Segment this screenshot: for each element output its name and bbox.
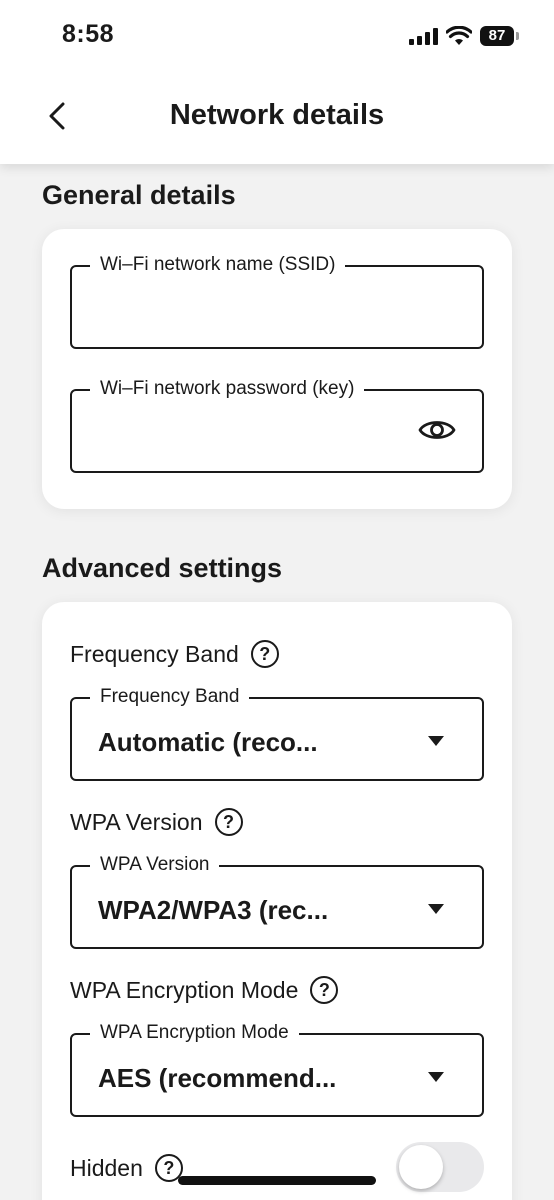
encryption-mode-help-icon[interactable]: ? xyxy=(310,976,339,1004)
wpa-version-field-label: WPA Version xyxy=(90,852,220,878)
wpa-version-label: WPA Version xyxy=(70,808,203,835)
hidden-toggle[interactable] xyxy=(396,1142,484,1192)
home-indicator xyxy=(178,1176,376,1185)
caret-down-icon xyxy=(428,1072,444,1082)
advanced-settings-title: Advanced settings xyxy=(42,553,283,583)
general-details-title: General details xyxy=(42,180,236,210)
encryption-mode-field-label: WPA Encryption Mode xyxy=(90,1020,299,1046)
advanced-settings-card: Frequency Band ? Frequency Band Automati… xyxy=(42,602,512,1200)
general-details-card: Wi–Fi network name (SSID) Wi–Fi network … xyxy=(42,229,512,509)
top-bar: 8:58 87 Network details xyxy=(0,0,554,164)
frequency-band-select[interactable]: Frequency Band Automatic (reco... xyxy=(70,684,484,781)
password-field[interactable]: Wi–Fi network password (key) xyxy=(70,376,484,473)
eye-icon[interactable] xyxy=(418,415,456,445)
encryption-mode-value: AES (recommend... xyxy=(98,1063,337,1093)
frequency-band-value: Automatic (reco... xyxy=(98,727,318,757)
signal-icon xyxy=(409,27,438,45)
page-title: Network details xyxy=(169,99,385,131)
ssid-field-label: Wi–Fi network name (SSID) xyxy=(90,252,346,278)
status-icons: 87 xyxy=(409,24,519,48)
status-time: 8:58 xyxy=(62,20,115,48)
frequency-band-label: Frequency Band xyxy=(70,640,239,667)
wifi-icon xyxy=(446,26,472,45)
frequency-band-field-label: Frequency Band xyxy=(90,684,250,710)
password-field-label: Wi–Fi network password (key) xyxy=(90,376,365,402)
caret-down-icon xyxy=(428,904,444,914)
encryption-mode-select[interactable]: WPA Encryption Mode AES (recommend... xyxy=(70,1020,484,1117)
ssid-field[interactable]: Wi–Fi network name (SSID) xyxy=(70,252,484,349)
hidden-label: Hidden xyxy=(70,1154,143,1181)
caret-down-icon xyxy=(428,736,444,746)
wpa-version-row: WPA Version ? xyxy=(70,808,243,836)
frequency-band-row: Frequency Band ? xyxy=(70,640,279,668)
wpa-version-help-icon[interactable]: ? xyxy=(214,808,243,836)
hidden-row: Hidden ? xyxy=(70,1154,183,1182)
encryption-mode-row: WPA Encryption Mode ? xyxy=(70,976,339,1004)
encryption-mode-label: WPA Encryption Mode xyxy=(70,976,299,1003)
hidden-toggle-knob xyxy=(399,1145,443,1189)
frequency-band-help-icon[interactable]: ? xyxy=(250,640,279,668)
wpa-version-value: WPA2/WPA3 (rec... xyxy=(98,895,329,925)
battery-icon: 87 xyxy=(480,26,519,46)
wpa-version-select[interactable]: WPA Version WPA2/WPA3 (rec... xyxy=(70,852,484,949)
